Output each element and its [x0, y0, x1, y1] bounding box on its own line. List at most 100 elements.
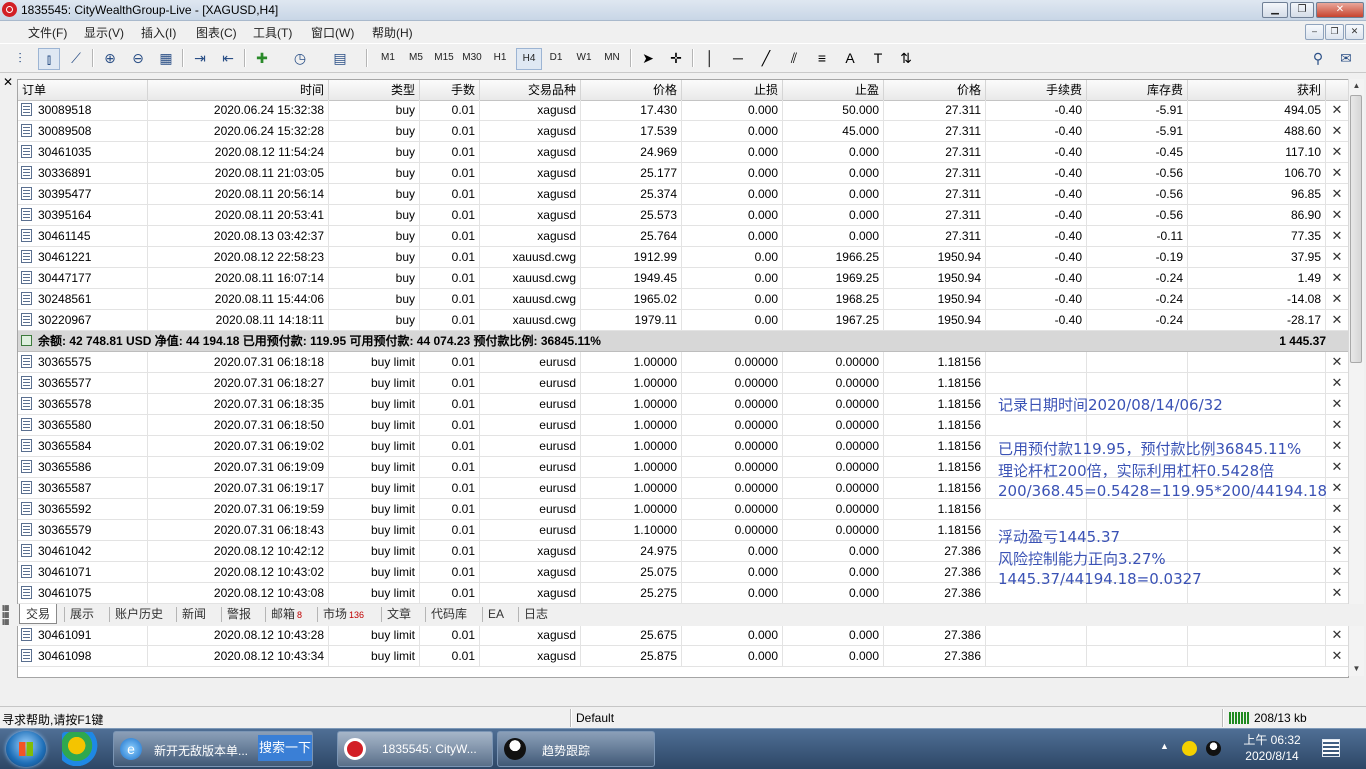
- menu-help[interactable]: 帮助(H): [372, 24, 413, 41]
- crosshair-icon[interactable]: ✛: [666, 48, 686, 68]
- close-order-icon[interactable]: ✕: [1329, 289, 1345, 309]
- timeframe-m30[interactable]: M30: [460, 48, 484, 68]
- table-row[interactable]: 30461091 2020.08.12 10:43:28 buy limit 0.01…: [18, 625, 1348, 646]
- table-row[interactable]: 30461221 2020.08.12 22:58:23 buy 0.01 xauusd…: [18, 247, 1348, 268]
- vertical-scrollbar[interactable]: ▲ ▼: [1348, 79, 1364, 676]
- column-header-order[interactable]: 订单: [18, 80, 148, 100]
- close-order-icon[interactable]: ✕: [1329, 394, 1345, 414]
- table-row[interactable]: 30365575 2020.07.31 06:18:18 buy limit 0.01…: [18, 352, 1348, 373]
- trendline-icon[interactable]: ╱: [756, 48, 776, 68]
- close-order-icon[interactable]: ✕: [1329, 457, 1345, 477]
- tab-alerts[interactable]: 警报: [227, 604, 251, 624]
- tab-trade[interactable]: 交易: [19, 604, 58, 624]
- table-row[interactable]: 30365592 2020.07.31 06:19:59 buy limit 0.01…: [18, 499, 1348, 520]
- indicators-icon[interactable]: ✚: [252, 48, 272, 68]
- tile-windows-icon[interactable]: ▦: [156, 48, 176, 68]
- mdi-minimize-button[interactable]: –: [1305, 24, 1324, 40]
- close-order-icon[interactable]: ✕: [1329, 562, 1345, 582]
- table-row[interactable]: 30220967 2020.08.11 14:18:11 buy 0.01 xauusd…: [18, 310, 1348, 331]
- templates-icon[interactable]: ▤: [330, 48, 350, 68]
- table-row[interactable]: 30395477 2020.08.11 20:56:14 buy 0.01 xagusd…: [18, 184, 1348, 205]
- timeframe-h1[interactable]: H1: [488, 48, 512, 68]
- close-order-icon[interactable]: ✕: [1329, 520, 1345, 540]
- close-order-icon[interactable]: ✕: [1329, 163, 1345, 183]
- column-header-swap[interactable]: 库存费: [1087, 80, 1188, 100]
- table-row[interactable]: 30089508 2020.06.24 15:32:28 buy 0.01 xagusd…: [18, 121, 1348, 142]
- tab-news[interactable]: 新闻: [182, 604, 206, 624]
- text-label-tool-icon[interactable]: T: [868, 48, 888, 68]
- tab-market[interactable]: 市场 136: [323, 604, 364, 624]
- table-row[interactable]: 30336891 2020.08.11 21:03:05 buy 0.01 xagusd…: [18, 163, 1348, 184]
- menu-tools[interactable]: 工具(T): [253, 24, 292, 41]
- column-header-time[interactable]: 时间: [148, 80, 329, 100]
- mdi-close-button[interactable]: ✕: [1345, 24, 1364, 40]
- timeframe-m5[interactable]: M5: [404, 48, 428, 68]
- table-row[interactable]: 30365580 2020.07.31 06:18:50 buy limit 0.01…: [18, 415, 1348, 436]
- menu-window[interactable]: 窗口(W): [311, 24, 354, 41]
- close-order-icon[interactable]: ✕: [1329, 310, 1345, 330]
- start-button[interactable]: [6, 731, 46, 767]
- close-order-icon[interactable]: ✕: [1329, 625, 1345, 645]
- tray-app-icon[interactable]: [1182, 741, 1197, 756]
- column-header-type[interactable]: 类型: [329, 80, 420, 100]
- table-row[interactable]: 30461145 2020.08.13 03:42:37 buy 0.01 xagusd…: [18, 226, 1348, 247]
- tab-code-base[interactable]: 代码库: [431, 604, 467, 624]
- table-row[interactable]: 30461035 2020.08.12 11:54:24 buy 0.01 xagusd…: [18, 142, 1348, 163]
- account-summary-row[interactable]: 余额: 42 748.81 USD 净值: 44 194.18 已用预付款: 1…: [18, 331, 1348, 352]
- close-order-icon[interactable]: ✕: [1329, 583, 1345, 603]
- column-header-sl[interactable]: 止损: [682, 80, 783, 100]
- close-order-icon[interactable]: ✕: [1329, 205, 1345, 225]
- close-order-icon[interactable]: ✕: [1329, 226, 1345, 246]
- table-row[interactable]: 30365577 2020.07.31 06:18:27 buy limit 0.01…: [18, 373, 1348, 394]
- zoom-in-icon[interactable]: ⊕: [100, 48, 120, 68]
- timeframe-d1[interactable]: D1: [544, 48, 568, 68]
- arrows-tool-icon[interactable]: ⇅: [896, 48, 916, 68]
- close-order-icon[interactable]: ✕: [1329, 373, 1345, 393]
- close-order-icon[interactable]: ✕: [1329, 478, 1345, 498]
- timeframe-h4[interactable]: H4: [516, 48, 542, 70]
- table-row[interactable]: 30461098 2020.08.12 10:43:34 buy limit 0.01…: [18, 646, 1348, 667]
- minimize-button[interactable]: ▁: [1262, 2, 1288, 18]
- column-header-profit[interactable]: 获利: [1188, 80, 1326, 100]
- timeframe-m15[interactable]: M15: [432, 48, 456, 68]
- app-pin-icon[interactable]: [62, 732, 104, 766]
- show-desktop-icon[interactable]: [1322, 739, 1340, 757]
- column-header-tp[interactable]: 止盈: [783, 80, 884, 100]
- fibonacci-icon[interactable]: ≡: [812, 48, 832, 68]
- scroll-up-icon[interactable]: ▲: [1349, 79, 1364, 93]
- auto-scroll-icon[interactable]: ⇤: [218, 48, 238, 68]
- table-row[interactable]: 30395164 2020.08.11 20:53:41 buy 0.01 xagusd…: [18, 205, 1348, 226]
- chart-shift-icon[interactable]: ⇥: [190, 48, 210, 68]
- close-order-icon[interactable]: ✕: [1329, 268, 1345, 288]
- chat-icon[interactable]: ✉: [1336, 48, 1356, 68]
- column-header-lots[interactable]: 手数: [420, 80, 480, 100]
- timeframe-w1[interactable]: W1: [572, 48, 596, 68]
- cursor-icon[interactable]: ➤: [638, 48, 658, 68]
- status-profile[interactable]: Default: [576, 711, 614, 725]
- qq-task-button[interactable]: 趋势跟踪: [497, 731, 655, 767]
- close-order-icon[interactable]: ✕: [1329, 121, 1345, 141]
- close-panel-icon[interactable]: ✕: [2, 76, 14, 88]
- column-header-commission[interactable]: 手续费: [986, 80, 1087, 100]
- menu-charts[interactable]: 图表(C): [196, 24, 237, 41]
- search-button[interactable]: 搜索一下: [258, 735, 312, 761]
- candlestick-chart-icon[interactable]: ⫾: [38, 48, 60, 70]
- close-order-icon[interactable]: ✕: [1329, 541, 1345, 561]
- tray-expand-icon[interactable]: ▲: [1160, 741, 1169, 751]
- timeframe-mn[interactable]: MN: [600, 48, 624, 68]
- timeframe-m1[interactable]: M1: [376, 48, 400, 68]
- close-order-icon[interactable]: ✕: [1329, 499, 1345, 519]
- tab-account-history[interactable]: 账户历史: [115, 604, 163, 624]
- table-row[interactable]: 30089518 2020.06.24 15:32:38 buy 0.01 xagusd…: [18, 100, 1348, 121]
- tab-experts[interactable]: EA: [488, 604, 504, 624]
- close-order-icon[interactable]: ✕: [1329, 646, 1345, 666]
- column-header-price[interactable]: 价格: [581, 80, 682, 100]
- close-order-icon[interactable]: ✕: [1329, 436, 1345, 456]
- text-tool-icon[interactable]: A: [840, 48, 860, 68]
- table-row[interactable]: 30365579 2020.07.31 06:18:43 buy limit 0.01…: [18, 520, 1348, 541]
- close-order-icon[interactable]: ✕: [1329, 352, 1345, 372]
- menu-view[interactable]: 显示(V): [84, 24, 124, 41]
- tray-qq-icon[interactable]: [1206, 741, 1221, 756]
- close-order-icon[interactable]: ✕: [1329, 142, 1345, 162]
- menu-file[interactable]: 文件(F): [28, 24, 67, 41]
